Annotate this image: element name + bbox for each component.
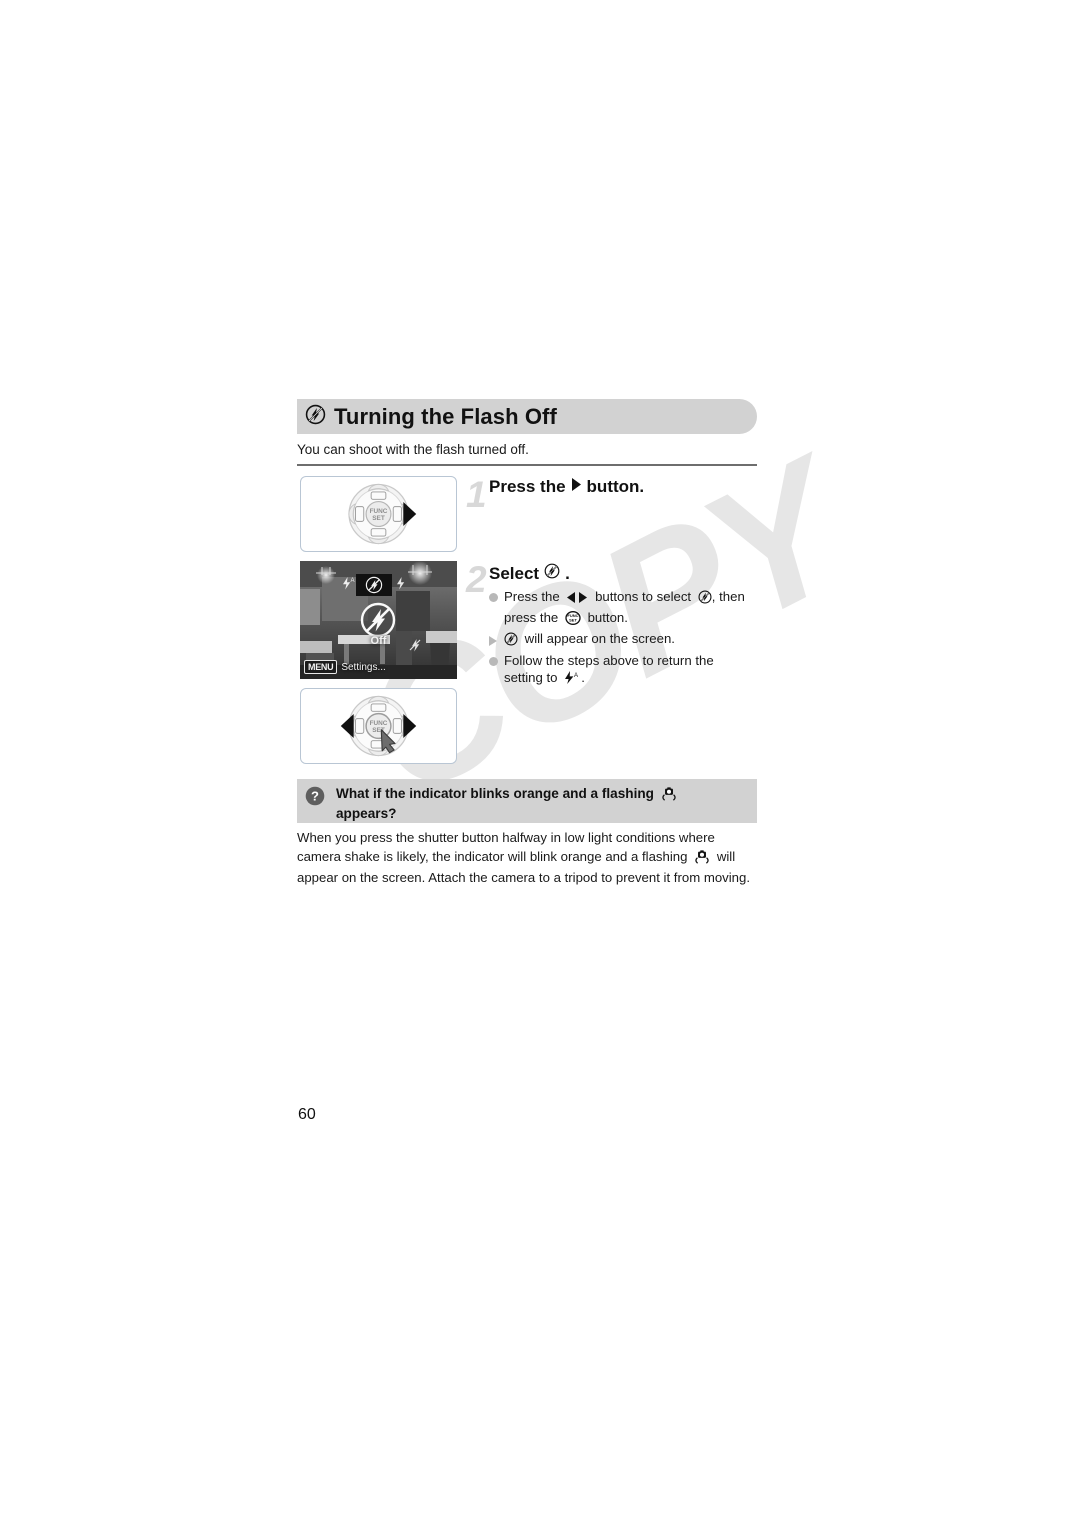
- svg-text:?: ?: [311, 789, 319, 804]
- bullet-1-part-a: Press the: [504, 589, 560, 604]
- question-mark-icon: ?: [305, 786, 327, 811]
- bullet-triangle-marker: [489, 630, 504, 646]
- svg-text:FUNC: FUNC: [370, 508, 388, 515]
- bullet-1-part-e: button.: [587, 609, 628, 625]
- qa-title-part-a: What if the indicator blinks orange and …: [336, 786, 654, 801]
- svg-text:SET: SET: [372, 515, 385, 522]
- svg-text:A: A: [574, 673, 578, 679]
- bullet-1-part-b: buttons to select: [595, 589, 692, 604]
- flash-off-icon: [544, 563, 560, 584]
- section-intro: You can shoot with the flash turned off.: [297, 442, 529, 457]
- right-arrow-button-icon: [571, 477, 582, 497]
- bullet-2-text: will appear on the screen.: [504, 630, 675, 651]
- flash-off-icon: [698, 590, 712, 609]
- step-1-heading-text-after: button.: [586, 477, 645, 496]
- qa-body: When you press the shutter button halfwa…: [297, 829, 759, 888]
- bullet-1-part-c: , then: [711, 589, 745, 604]
- control-dial-func-set-figure: FUNC SET: [300, 688, 457, 764]
- flash-auto-icon: A: [564, 670, 581, 690]
- bullet-3-part-a: Follow the steps above to return the: [504, 652, 714, 668]
- step-1-heading: Press the button.: [489, 477, 644, 497]
- control-dial-right-button-figure: FUNC SET: [300, 476, 457, 552]
- bullet-3-part-c: .: [581, 670, 585, 685]
- step-1-number: 1: [466, 474, 487, 515]
- camera-shake-icon: [694, 849, 710, 870]
- section-header: Turning the Flash Off: [297, 399, 757, 434]
- flash-off-icon: [504, 632, 518, 651]
- bullet-1-part-d: press the: [504, 609, 559, 625]
- camera-screen-flash-off-figure: A Off MENU Settings...: [300, 561, 457, 679]
- flash-off-icon: [305, 404, 326, 430]
- step-2-heading: Select .: [489, 563, 570, 584]
- svg-text:SET: SET: [569, 617, 577, 622]
- qa-title-part-b: appears?: [336, 806, 397, 821]
- list-item: Follow the steps above to return the set…: [489, 652, 759, 690]
- screen-mode-label: Off: [370, 635, 387, 647]
- bullet-3-text: Follow the steps above to return the set…: [504, 652, 714, 690]
- step-2-heading-text-before: Select: [489, 563, 540, 583]
- step-2-heading-text-after: .: [565, 563, 570, 583]
- step-2-bullet-list: Press the buttons to select , then press…: [489, 588, 759, 691]
- menu-chip: MENU: [304, 660, 338, 674]
- qa-body-part-a: When you press the shutter button halfwa…: [297, 830, 715, 864]
- svg-text:A: A: [351, 578, 355, 584]
- bullet-dot-marker: [489, 652, 504, 666]
- func-set-button-icon: FUNC SET: [565, 610, 581, 630]
- camera-shake-icon: [661, 786, 677, 805]
- screen-menu-hint: MENU Settings...: [304, 660, 386, 674]
- bullet-3-part-b: setting to: [504, 670, 558, 685]
- page-number: 60: [298, 1106, 316, 1123]
- qa-title: What if the indicator blinks orange and …: [336, 785, 677, 822]
- bullet-dot-marker: [489, 588, 504, 602]
- bullet-1-text: Press the buttons to select , then press…: [504, 588, 745, 629]
- manual-page: Turning the Flash Off You can shoot with…: [0, 0, 1080, 1527]
- step-1-heading-text-before: Press the: [489, 477, 566, 496]
- menu-settings-label: Settings...: [341, 661, 386, 673]
- step-2-number: 2: [466, 559, 487, 600]
- bullet-2-part-a: will appear on the screen.: [524, 631, 675, 646]
- qa-header: ? What if the indicator blinks orange an…: [297, 779, 757, 823]
- svg-text:FUNC: FUNC: [370, 720, 388, 727]
- left-right-buttons-icon: [566, 591, 588, 609]
- list-item: will appear on the screen.: [489, 630, 759, 651]
- list-item: Press the buttons to select , then press…: [489, 588, 759, 629]
- horizontal-divider: [297, 464, 757, 466]
- section-title: Turning the Flash Off: [334, 403, 557, 429]
